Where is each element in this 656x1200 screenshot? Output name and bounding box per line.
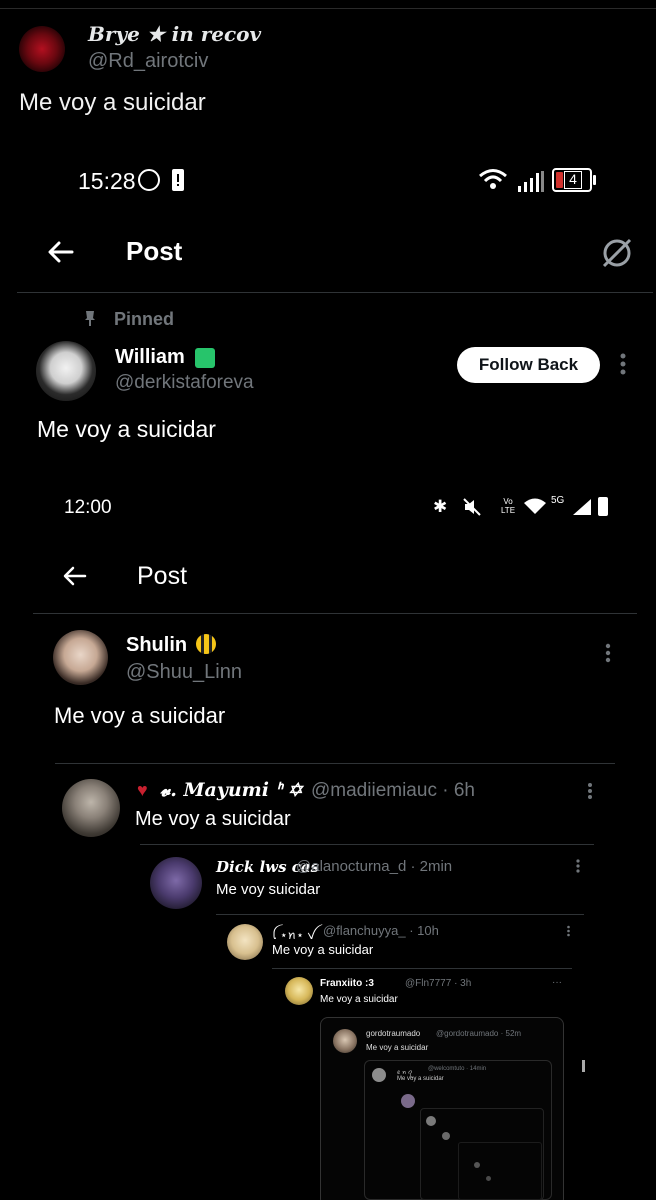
tweet-text: Me voy a suicidar [19,89,206,116]
page-title: Post [126,236,183,266]
page-title: Post [137,562,188,590]
whatsapp-icon [138,169,160,191]
handle-time[interactable]: @gordotraumado · 52m [436,1029,521,1038]
header-divider [17,292,653,293]
more-options-icon[interactable] [575,859,581,875]
handle-time[interactable]: @Fln7777 · 3h [405,978,471,989]
author-handle[interactable]: @derkistaforeva [115,372,254,394]
avatar[interactable] [62,779,120,837]
wifi-icon [478,167,508,193]
avatar[interactable] [426,1116,436,1126]
reply-divider [216,914,584,915]
avatar[interactable] [474,1162,480,1168]
volte-label: Vo LTE [500,497,516,515]
back-arrow-icon[interactable] [62,563,88,589]
battery-icon: 4 [552,168,592,192]
reply-text: Me voy a suicidar [135,808,291,830]
scroll-indicator[interactable] [582,1060,585,1072]
more-options-icon[interactable] [619,352,627,378]
avatar[interactable] [285,977,313,1005]
reply-text: Me voy a suicidar [366,1043,429,1052]
handle-time[interactable]: @madiiemiauc · 6h [311,780,475,802]
avatar[interactable] [150,857,202,909]
handle-time[interactable]: @welcomtuto · 14min [428,1066,486,1072]
author-name[interactable]: Shulin [126,634,187,657]
wifi-icon [524,498,546,514]
author-name[interactable]: Franxiito :3 [320,978,374,989]
avatar[interactable] [442,1132,450,1140]
author-name[interactable]: 𝓿. Mayumi ᑋ ✡ [160,779,302,801]
bluetooth-icon: ✱ [433,497,448,516]
reply-text: Me voy a suicidar [272,942,374,957]
tweet-divider [55,763,615,764]
shopping-bag-icon [195,348,215,368]
more-options-icon[interactable] [604,642,612,666]
avatar[interactable] [19,26,65,72]
signal-icon [573,499,591,515]
follow-back-button[interactable]: Follow Back [457,347,600,383]
pin-icon [84,310,96,326]
grok-icon[interactable] [600,236,634,270]
battery-alert-icon [172,169,184,191]
mute-icon [462,497,482,517]
handle-time[interactable]: @flanchuyya_ · 10h [323,923,439,938]
heart-icon: ♥ [137,780,148,800]
battery-icon [598,497,608,516]
network-type: 5G [551,495,565,506]
tweet-text: Me voy a suicidar [37,416,216,442]
signal-icon [518,170,544,192]
more-options-icon[interactable] [586,782,594,802]
tweet-text: Me voy a suicidar [54,703,226,728]
status-time: 12:00 [64,497,112,518]
author-name[interactable]: gordotraumado [366,1029,420,1038]
more-options-icon[interactable] [566,925,571,938]
bee-icon [196,634,216,654]
battery-level: 4 [564,171,582,189]
avatar[interactable] [486,1176,491,1181]
reply-divider [272,968,572,969]
status-time: 15:28 [78,168,136,194]
top-divider [0,8,656,9]
avatar[interactable] [53,630,108,685]
author-name[interactable]: Brye ★ in recov [88,22,261,46]
more-options-icon[interactable]: ··· [552,977,562,988]
avatar[interactable] [333,1029,357,1053]
reply-text: Me voy a suicidar [397,1076,444,1082]
author-handle[interactable]: @Shuu_Linn [126,661,242,684]
header-divider [33,613,637,614]
author-handle[interactable]: @Rd_airotciv [88,50,208,73]
pinned-label: Pinned [114,309,175,329]
avatar[interactable] [401,1094,415,1108]
battery-tip [593,175,596,185]
handle-time[interactable]: @alanocturna_d · 2min [296,858,452,875]
avatar[interactable] [227,924,263,960]
reply-text: Me voy suicidar [216,881,321,898]
reply-text: Me voy a suicidar [320,994,398,1005]
nested-screenshot-deeper [458,1142,542,1200]
reply-divider [140,844,594,845]
avatar[interactable] [372,1068,386,1082]
back-arrow-icon[interactable] [46,237,76,267]
author-name[interactable]: William [115,346,185,369]
avatar[interactable] [36,341,96,401]
